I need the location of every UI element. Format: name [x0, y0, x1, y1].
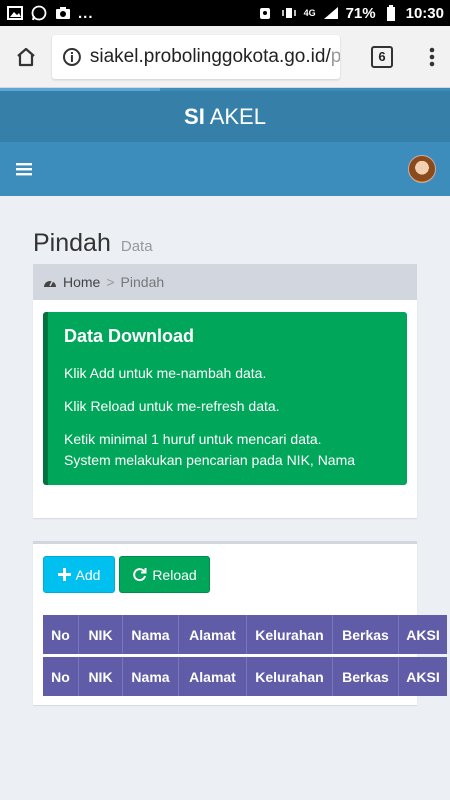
column-header[interactable]: AKSI — [399, 615, 447, 654]
info-icon — [62, 47, 81, 66]
reload-button-label: Reload — [152, 566, 197, 583]
column-header[interactable]: Alamat — [179, 615, 247, 654]
url-text: siakel.probolinggokota.go.id/p — [90, 46, 340, 68]
clock: 10:30 — [405, 4, 444, 22]
battery-percent: 71% — [345, 4, 376, 22]
plus-icon — [57, 568, 71, 581]
more-notifications: ... — [78, 4, 94, 22]
app-navbar — [0, 142, 450, 196]
success-callout: Data Download Klik Add untuk me-nambah d… — [43, 312, 407, 485]
hamburger-icon — [16, 163, 32, 176]
callout-line-search-2: System melakukan pencarian pada NIK, Nam… — [64, 452, 356, 468]
table-footer: No NIK Nama Alamat Kelurahan Berkas AKSI — [43, 657, 447, 696]
callout-line-search: Ketik minimal 1 huruf untuk mencari data… — [64, 429, 391, 471]
breadcrumb: Home > Pindah — [33, 264, 417, 300]
battery-icon — [382, 5, 400, 21]
url-bar[interactable]: siakel.probolinggokota.go.id/p — [52, 34, 340, 79]
column-footer: Nama — [123, 657, 179, 696]
add-button[interactable]: Add — [43, 556, 115, 593]
table-header: No NIK Nama Alamat Kelurahan Berkas AKSI — [43, 615, 447, 654]
breadcrumb-current: Pindah — [120, 274, 165, 290]
image-notification-icon — [6, 5, 24, 21]
user-avatar[interactable] — [408, 155, 436, 183]
app-logo-bar: SI AKEL — [0, 88, 450, 142]
column-header[interactable]: Berkas — [333, 615, 399, 654]
column-footer: No — [43, 657, 79, 696]
column-header[interactable]: Nama — [123, 615, 179, 654]
app-logo[interactable]: SI AKEL — [184, 104, 266, 130]
breadcrumb-separator: > — [106, 274, 115, 290]
column-header[interactable]: No — [43, 615, 79, 654]
logo-rest: AKEL — [204, 103, 266, 129]
callout-line-search-1: Ketik minimal 1 huruf untuk mencari data… — [64, 431, 322, 447]
page-title: Pindah — [33, 229, 111, 257]
url-fade: p — [330, 45, 340, 67]
tab-count: 6 — [371, 45, 393, 68]
signal-icon — [322, 5, 340, 21]
add-button-label: Add — [75, 566, 101, 583]
reload-button[interactable]: Reload — [119, 556, 210, 593]
column-footer: Berkas — [333, 657, 399, 696]
column-footer: NIK — [79, 657, 123, 696]
column-footer: Kelurahan — [247, 657, 333, 696]
browser-toolbar: siakel.probolinggokota.go.id/p 6 — [0, 26, 450, 88]
callout-line-add: Klik Add untuk me-nambah data. — [64, 365, 267, 381]
column-header[interactable]: NIK — [79, 615, 123, 654]
page-subtitle: Data — [120, 238, 153, 255]
vibrate-icon — [280, 5, 298, 21]
home-icon — [17, 47, 35, 66]
dashboard-icon — [44, 279, 56, 287]
sidebar-toggle[interactable] — [14, 159, 34, 179]
status-bar: ... 4G 71% 10:30 — [0, 0, 450, 26]
breadcrumb-home-label: Home — [63, 274, 101, 290]
data-box: Add Reload No NIK Nama Alamat Kelurahan … — [33, 541, 447, 705]
network-type: 4G — [303, 7, 316, 18]
column-header[interactable]: Kelurahan — [247, 615, 333, 654]
alarm-icon — [256, 5, 274, 21]
camera-notification-icon — [54, 5, 72, 21]
more-vert-icon — [429, 47, 435, 66]
tab-switcher-button[interactable]: 6 — [350, 26, 414, 88]
breadcrumb-home[interactable]: Home — [43, 274, 100, 290]
page-load-progress — [0, 88, 160, 91]
url-main: siakel.probolinggokota.go.id/ — [89, 45, 331, 67]
whatsapp-icon — [30, 5, 48, 21]
browser-menu-button[interactable] — [414, 26, 450, 88]
callout-title: Data Download — [64, 326, 195, 346]
content-header: Pindah Data — [33, 229, 153, 258]
logo-bold: SI — [184, 103, 205, 129]
info-box: Data Download Klik Add untuk me-nambah d… — [33, 300, 417, 518]
callout-line-reload: Klik Reload untuk me-refresh data. — [64, 398, 280, 414]
refresh-icon — [133, 568, 147, 582]
home-button[interactable] — [0, 26, 52, 88]
column-footer: Alamat — [179, 657, 247, 696]
column-footer: AKSI — [406, 668, 440, 685]
